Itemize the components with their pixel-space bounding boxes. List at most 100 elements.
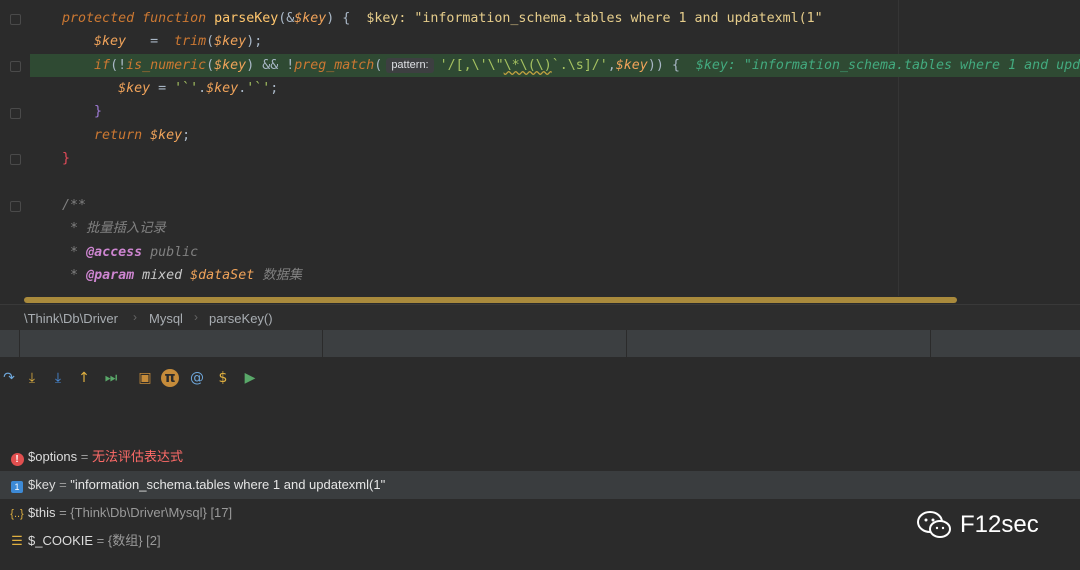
equals-sign: =: [55, 477, 71, 492]
doc-comment: public: [142, 245, 199, 260]
fold-marker[interactable]: [10, 61, 21, 72]
string: '`': [174, 81, 199, 96]
variable-value: "information_schema.tables where 1 and u…: [70, 477, 386, 492]
variable-name: $options: [28, 449, 78, 464]
variable: $dataSet: [190, 268, 255, 283]
doc-tag: @param: [86, 268, 135, 283]
punctuation: (!: [110, 58, 127, 73]
watermark-text: F12sec: [960, 511, 1039, 538]
breadcrumb-class[interactable]: Mysql: [149, 311, 183, 326]
current-execution-line: if(!is_numeric($key) && !preg_match(patt…: [30, 54, 1080, 77]
evaluate-expression-icon[interactable]: π: [161, 369, 179, 387]
string: '`': [246, 81, 271, 96]
horizontal-scrollbar[interactable]: [24, 297, 957, 303]
code-line: * 批量插入记录: [30, 217, 1080, 240]
variable: $key: [214, 34, 247, 49]
variable-name: $_COOKIE: [28, 533, 94, 548]
column-divider: [626, 330, 627, 357]
run-to-cursor-icon[interactable]: ⏭: [102, 369, 120, 387]
debug-toolbar: ↷ ⤓ ⤓ ↑ ⏭ ▣ π @ $ ▶: [0, 357, 1080, 401]
code-line: }: [30, 147, 1080, 170]
variable-row[interactable]: ! $options = 无法评估表达式: [0, 443, 1080, 471]
watch-icon[interactable]: @: [188, 369, 206, 387]
breadcrumb-method[interactable]: parseKey(): [209, 311, 273, 326]
step-into-icon[interactable]: ⤓: [23, 369, 41, 387]
variables-panel: ! $options = 无法评估表达式 1 $key = "information…: [0, 401, 1080, 570]
doc-comment: 数据集: [254, 268, 303, 283]
step-over-icon[interactable]: ↷: [0, 369, 18, 387]
inline-debug-value: $key: "information_schema.tables where 1…: [695, 58, 1080, 73]
punctuation: (: [206, 58, 215, 73]
wechat-icon: [917, 511, 951, 538]
column-divider: [930, 330, 931, 357]
debug-panel-header: [0, 330, 1080, 358]
keyword: protected: [62, 11, 135, 26]
equals-sign: =: [77, 449, 92, 464]
watermark: F12sec: [916, 508, 1039, 542]
variable: $key: [118, 81, 151, 96]
variable-name: $key: [28, 477, 56, 492]
fold-marker[interactable]: [10, 154, 21, 165]
resume-icon[interactable]: ▶: [241, 369, 259, 387]
function-call: preg_match: [294, 58, 375, 73]
function-call: trim: [174, 34, 207, 49]
chevron-right-icon: ›: [133, 310, 137, 324]
punctuation: ;: [270, 81, 279, 96]
array-icon: ☰: [11, 533, 23, 548]
function-call: is_numeric: [126, 58, 207, 73]
code-line: }: [30, 100, 1080, 123]
regex-string: `.\s]/': [551, 58, 608, 73]
regex-string: '/[,\'\": [439, 58, 504, 73]
variable: $key: [615, 58, 648, 73]
variable: $key: [294, 11, 327, 26]
variable-value: {Think\Db\Driver\Mysql} [17]: [70, 505, 233, 520]
force-step-into-icon[interactable]: ⤓: [49, 369, 67, 387]
punctuation: ) {: [326, 11, 351, 26]
variable: $key: [206, 81, 239, 96]
variable: $key: [150, 128, 183, 143]
keyword: if: [94, 58, 111, 73]
function-name: parseKey: [214, 11, 279, 26]
fold-marker[interactable]: [10, 108, 21, 119]
keyword: function: [142, 11, 207, 26]
object-icon: {..}: [10, 508, 24, 520]
breadcrumb-namespace[interactable]: \Think\Db\Driver: [24, 311, 118, 326]
doc-comment: *: [62, 268, 87, 283]
variable: $key: [214, 58, 247, 73]
variable-row-selected[interactable]: 1 $key = "information_schema.tables where…: [0, 471, 1080, 499]
console-icon[interactable]: ▣: [136, 369, 154, 387]
variable-name: $this: [28, 505, 56, 520]
editor-gutter: [0, 0, 30, 304]
doc-type: mixed: [134, 268, 191, 283]
primitive-icon: 1: [11, 481, 23, 493]
doc-comment: * 批量插入记录: [62, 221, 166, 236]
doc-comment: *: [62, 245, 87, 260]
operator: =: [150, 81, 175, 96]
code-line: return $key;: [30, 124, 1080, 147]
code-editor[interactable]: protected function parseKey(&$key) { $ke…: [0, 0, 1080, 304]
punctuation: );: [246, 34, 263, 49]
code-line: protected function parseKey(&$key) { $ke…: [30, 7, 1080, 30]
regex-string-warning: \*\(\): [503, 58, 552, 73]
step-out-icon[interactable]: ↑: [75, 369, 93, 387]
column-divider: [322, 330, 323, 357]
equals-sign: =: [55, 505, 71, 520]
punctuation: )) {: [647, 58, 680, 73]
operator: .: [198, 81, 207, 96]
variables-icon[interactable]: $: [214, 369, 232, 387]
code-line: /**: [30, 194, 1080, 217]
punctuation: (: [206, 34, 215, 49]
doc-tag: @access: [86, 245, 143, 260]
operator: =: [126, 34, 175, 49]
code-line: $key = '`'.$key.'`';: [30, 77, 1080, 100]
variable-value: 无法评估表达式: [91, 449, 183, 464]
fold-marker[interactable]: [10, 201, 21, 212]
fold-marker[interactable]: [10, 14, 21, 25]
breadcrumb: \Think\Db\Driver › Mysql › parseKey(): [0, 304, 1080, 331]
chevron-right-icon: ›: [194, 310, 198, 324]
equals-sign: =: [93, 533, 108, 548]
error-icon: !: [10, 453, 24, 466]
code-line: * @access public: [30, 241, 1080, 264]
punctuation: ,: [607, 58, 616, 73]
code-line: * @param mixed $dataSet 数据集: [30, 264, 1080, 287]
